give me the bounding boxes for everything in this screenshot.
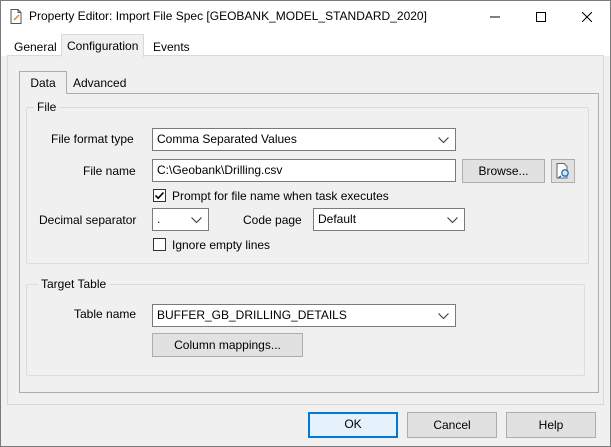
- code-page-combo[interactable]: Default: [313, 208, 465, 231]
- close-button[interactable]: [564, 1, 610, 32]
- checkmark-icon: [154, 191, 165, 200]
- browse-button[interactable]: Browse...: [462, 159, 545, 183]
- window-title: Property Editor: Import File Spec [GEOBA…: [29, 9, 427, 23]
- tab-data[interactable]: Data: [19, 71, 67, 94]
- chevron-down-icon: [447, 209, 458, 230]
- ok-button[interactable]: OK: [308, 412, 398, 438]
- column-mappings-button[interactable]: Column mappings...: [152, 333, 303, 357]
- code-page-label: Code page: [243, 213, 302, 227]
- minimize-icon: [490, 16, 500, 17]
- minimize-button[interactable]: [472, 1, 518, 32]
- file-format-value: Comma Separated Values: [157, 132, 297, 146]
- table-name-combo[interactable]: BUFFER_GB_DRILLING_DETAILS: [152, 304, 456, 327]
- title-bar[interactable]: Property Editor: Import File Spec [GEOBA…: [1, 1, 610, 32]
- file-search-icon: [556, 163, 569, 179]
- tab-configuration[interactable]: Configuration: [61, 34, 145, 57]
- tab-general[interactable]: General: [9, 37, 62, 57]
- file-name-input[interactable]: C:\Geobank\Drilling.csv: [152, 159, 456, 182]
- ignore-empty-label[interactable]: Ignore empty lines: [172, 238, 270, 252]
- chevron-down-icon: [191, 209, 202, 230]
- document-pen-icon: [10, 9, 22, 24]
- file-format-label: File format type: [51, 132, 134, 146]
- chevron-down-icon: [438, 129, 449, 150]
- file-format-combo[interactable]: Comma Separated Values: [152, 128, 456, 151]
- decimal-separator-combo[interactable]: .: [152, 208, 209, 231]
- prompt-label[interactable]: Prompt for file name when task executes: [172, 189, 389, 203]
- decimal-separator-label: Decimal separator: [39, 213, 137, 227]
- tab-events[interactable]: Events: [148, 37, 195, 57]
- decimal-separator-value: .: [157, 212, 161, 226]
- target-table-group: [26, 284, 585, 376]
- close-icon: [582, 11, 592, 22]
- maximize-icon: [536, 11, 546, 22]
- prompt-checkbox[interactable]: [153, 189, 166, 202]
- file-preview-button[interactable]: [551, 159, 575, 183]
- help-button[interactable]: Help: [506, 412, 596, 438]
- table-name-label: Table name: [74, 307, 137, 321]
- cancel-button[interactable]: Cancel: [407, 412, 497, 438]
- target-table-legend: Target Table: [38, 277, 110, 291]
- maximize-button[interactable]: [518, 1, 564, 32]
- tab-advanced[interactable]: Advanced: [68, 75, 131, 91]
- property-editor-window: Property Editor: Import File Spec [GEOBA…: [0, 0, 611, 447]
- file-group-legend: File: [34, 100, 60, 114]
- file-name-label: File name: [83, 164, 136, 178]
- code-page-value: Default: [318, 212, 357, 226]
- chevron-down-icon: [438, 305, 449, 326]
- top-tab-strip: General Configuration Events: [1, 32, 610, 57]
- ignore-empty-checkbox[interactable]: [153, 238, 166, 251]
- table-name-value: BUFFER_GB_DRILLING_DETAILS: [157, 308, 347, 322]
